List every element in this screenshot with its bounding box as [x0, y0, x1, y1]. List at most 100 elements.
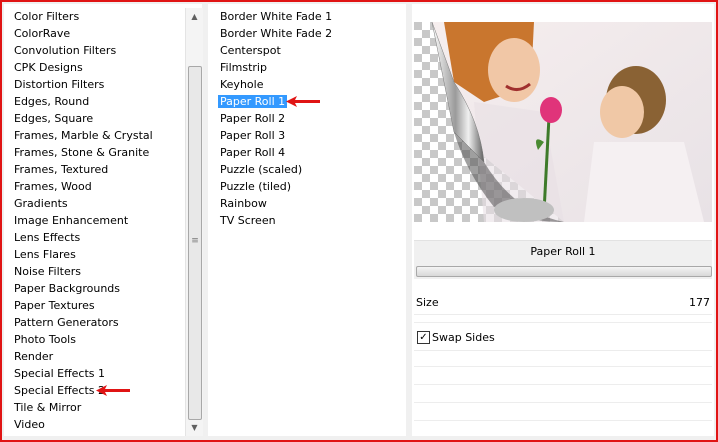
category-item[interactable]: Noise Filters: [12, 263, 155, 280]
filter-item[interactable]: Puzzle (scaled): [218, 161, 334, 178]
filter-item-label: Centerspot: [220, 44, 281, 57]
filter-item[interactable]: Paper Roll 4: [218, 144, 334, 161]
category-item[interactable]: Lens Flares: [12, 246, 155, 263]
category-item[interactable]: Tile & Mirror: [12, 399, 155, 416]
category-item-label: Photo Tools: [14, 333, 76, 346]
category-item[interactable]: Frames, Textured: [12, 161, 155, 178]
effect-caption-box: Paper Roll 1: [414, 240, 712, 279]
filter-item-label: Puzzle (scaled): [220, 163, 303, 176]
category-item[interactable]: Paper Backgrounds: [12, 280, 155, 297]
category-item[interactable]: Pattern Generators: [12, 314, 155, 331]
category-item-label: ColorRave: [14, 27, 71, 40]
category-item-label: Lens Flares: [14, 248, 76, 261]
category-scrollbar[interactable]: ▲ ≡ ▼: [185, 8, 203, 436]
category-item-label: Render: [14, 350, 54, 363]
category-item-label: CPK Designs: [14, 61, 83, 74]
category-item[interactable]: Frames, Wood: [12, 178, 155, 195]
filter-item[interactable]: Paper Roll 2: [218, 110, 334, 127]
filter-list: Border White Fade 1 Border White Fade 2 Ce…: [218, 8, 334, 229]
size-slider[interactable]: Size 177: [414, 294, 712, 315]
divider: [414, 366, 712, 367]
filter-item-label: Paper Roll 4: [220, 146, 286, 159]
category-item-label: Pattern Generators: [14, 316, 119, 329]
category-item[interactable]: Gradients: [12, 195, 155, 212]
category-item-label: Special Effects 1: [14, 367, 106, 380]
filter-item-label: TV Screen: [220, 214, 276, 227]
category-item-label: Edges, Square: [14, 112, 94, 125]
divider: [414, 322, 712, 323]
filter-list-panel: Border White Fade 1 Border White Fade 2 Ce…: [208, 4, 406, 436]
divider: [414, 384, 712, 385]
effect-name-label: Paper Roll 1: [530, 245, 596, 258]
category-item[interactable]: Edges, Square: [12, 110, 155, 127]
red-arrow-icon: [96, 385, 130, 396]
category-item[interactable]: Frames, Stone & Granite: [12, 144, 155, 161]
category-item[interactable]: Distortion Filters: [12, 76, 155, 93]
category-item[interactable]: Frames, Marble & Crystal: [12, 127, 155, 144]
category-item-label: Frames, Stone & Granite: [14, 146, 150, 159]
category-item-label: Edges, Round: [14, 95, 90, 108]
divider: [414, 402, 712, 403]
category-item[interactable]: Image Enhancement: [12, 212, 155, 229]
filter-dialog: Color Filters ColorRave Convolution Filter…: [0, 0, 718, 442]
category-item[interactable]: Paper Textures: [12, 297, 155, 314]
filter-item[interactable]: Paper Roll 3: [218, 127, 334, 144]
size-label: Size: [416, 296, 439, 309]
category-item-label: Special Effects 2: [14, 384, 106, 397]
category-item-label: Paper Textures: [14, 299, 95, 312]
filter-item-label: Paper Roll 3: [220, 129, 286, 142]
category-list-panel: Color Filters ColorRave Convolution Filter…: [4, 4, 203, 436]
filter-item-label: Paper Roll 1: [218, 95, 288, 108]
filter-item-label: Puzzle (tiled): [220, 180, 292, 193]
filter-item[interactable]: Border White Fade 2: [218, 25, 334, 42]
filter-item-label: Border White Fade 2: [220, 27, 333, 40]
category-item[interactable]: Video: [12, 416, 155, 433]
category-item-label: Image Enhancement: [14, 214, 129, 227]
preview-panel: Paper Roll 1 Size 177 ✓ Swap Sides: [412, 4, 714, 436]
category-item-label: Tile & Mirror: [14, 401, 82, 414]
filter-item-label: Filmstrip: [220, 61, 267, 74]
scroll-up-icon[interactable]: ▲: [186, 8, 203, 25]
category-item-label: Noise Filters: [14, 265, 81, 278]
category-item-label: Gradients: [14, 197, 68, 210]
category-item[interactable]: Special Effects 2: [12, 382, 155, 399]
category-item-label: Frames, Wood: [14, 180, 92, 193]
swap-sides-label: Swap Sides: [432, 331, 495, 344]
category-item-label: Frames, Textured: [14, 163, 109, 176]
scroll-down-icon[interactable]: ▼: [186, 419, 203, 436]
category-item-label: Paper Backgrounds: [14, 282, 121, 295]
filter-item-label: Paper Roll 2: [220, 112, 286, 125]
category-item[interactable]: CPK Designs: [12, 59, 155, 76]
category-item-label: Convolution Filters: [14, 44, 117, 57]
filter-item[interactable]: Rainbow: [218, 195, 334, 212]
category-item-label: Color Filters: [14, 10, 80, 23]
divider: [414, 420, 712, 421]
category-item-label: Frames, Marble & Crystal: [14, 129, 153, 142]
scrollbar-thumb[interactable]: ≡: [188, 66, 202, 420]
category-list: Color Filters ColorRave Convolution Filter…: [12, 8, 155, 433]
category-item[interactable]: Color Filters: [12, 8, 155, 25]
category-item[interactable]: Lens Effects: [12, 229, 155, 246]
progress-bar: [416, 266, 712, 277]
filter-item[interactable]: Border White Fade 1: [218, 8, 334, 25]
filter-item-label: Rainbow: [220, 197, 267, 210]
category-item[interactable]: ColorRave: [12, 25, 155, 42]
filter-item[interactable]: TV Screen: [218, 212, 334, 229]
category-item[interactable]: Edges, Round: [12, 93, 155, 110]
category-item[interactable]: Convolution Filters: [12, 42, 155, 59]
filter-item[interactable]: Centerspot: [218, 42, 334, 59]
red-arrow-icon: [286, 96, 320, 107]
category-item[interactable]: Photo Tools: [12, 331, 155, 348]
category-item-label: Distortion Filters: [14, 78, 105, 91]
category-item[interactable]: Render: [12, 348, 155, 365]
filter-item[interactable]: Filmstrip: [218, 59, 334, 76]
grip-icon: ≡: [191, 236, 199, 246]
filter-item-label: Keyhole: [220, 78, 264, 91]
category-item[interactable]: Special Effects 1: [12, 365, 155, 382]
filter-item[interactable]: Puzzle (tiled): [218, 178, 334, 195]
filter-item[interactable]: Paper Roll 1: [218, 93, 334, 110]
size-value: 177: [689, 296, 710, 309]
swap-sides-checkbox[interactable]: ✓: [417, 331, 430, 344]
filter-item[interactable]: Keyhole: [218, 76, 334, 93]
swap-sides-row[interactable]: ✓ Swap Sides: [414, 330, 712, 351]
